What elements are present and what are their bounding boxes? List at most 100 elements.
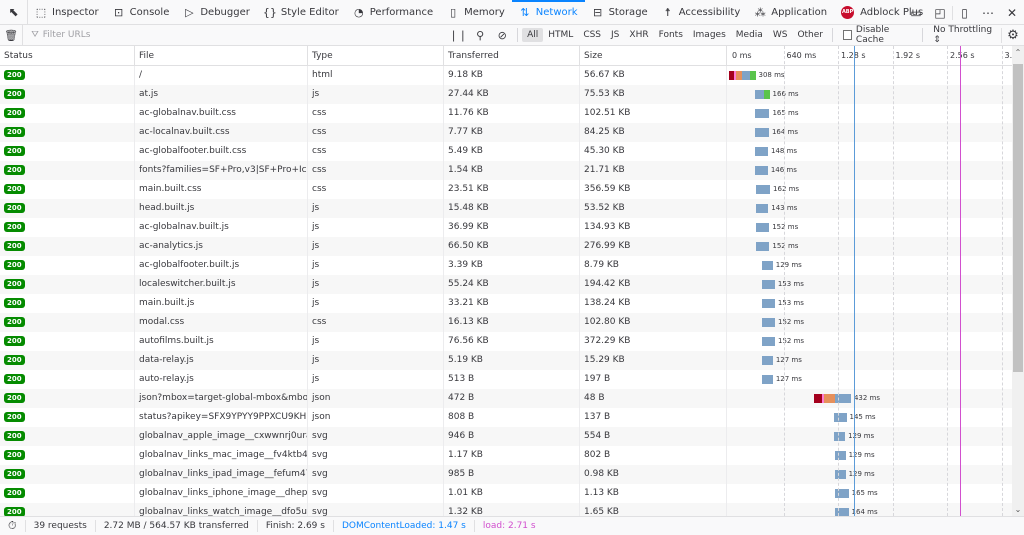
duration-label: 127 ms [775,375,802,383]
tab-performance[interactable]: ◔ Performance [346,0,440,25]
request-row[interactable]: 200 status?apikey=SFX9YPYY9PPXCU9KH json 80… [0,408,1012,427]
transferred-cell: 16.13 KB [444,313,580,332]
filter-other[interactable]: Other [792,28,828,42]
request-row[interactable]: 200 auto-relay.js js 513 B 197 B 127 ms [0,370,1012,389]
filter-fonts[interactable]: Fonts [654,28,688,42]
request-row[interactable]: 200 ac-globalfooter.built.js js 3.39 KB 8.79… [0,256,1012,275]
request-row[interactable]: 200 globalnav_links_watch_image__dfo5u4bh… [0,503,1012,516]
request-row[interactable]: 200 globalnav_links_iphone_image__dhepc4h… [0,484,1012,503]
status-cell: 200 [0,199,135,218]
transferred-cell: 513 B [444,370,580,389]
scroll-down-icon[interactable]: ⌄ [1012,505,1024,514]
checkbox-box[interactable] [842,30,852,40]
filter-images[interactable]: Images [688,28,731,42]
column-type[interactable]: Type [308,46,444,66]
request-row[interactable]: 200 modal.css css 16.13 KB 102.80 KB 152 ms [0,313,1012,332]
size-cell: 75.53 KB [580,85,727,104]
request-row[interactable]: 200 json?mbox=target-global-mbox&mboxSe:j… [0,389,1012,408]
window-controls: ▭ ◰ ▯ ⋯ ✕ [904,0,1024,25]
type-cell: svg [308,427,444,446]
tab-application[interactable]: ⁂ Application [747,0,834,25]
request-row[interactable]: 200 autofilms.built.js js 76.56 KB 372.29 KB… [0,332,1012,351]
tab-label: Console [129,6,170,18]
request-row[interactable]: 200 ac-globalnav.built.css css 11.76 KB 102.… [0,104,1012,123]
type-cell: html [308,66,444,85]
search-icon[interactable]: ⚲ [469,29,491,42]
tab-inspector[interactable]: ⬚ Inspector [28,0,106,25]
request-row[interactable]: 200 localeswitcher.built.js js 55.24 KB 194.… [0,275,1012,294]
split-console-icon[interactable]: ◰ [928,6,952,20]
performance-analysis-button[interactable]: ⏱ [0,520,26,532]
request-row[interactable]: 200 data-relay.js js 5.19 KB 15.29 KB 127 ms [0,351,1012,370]
scrollbar-thumb[interactable] [1013,64,1023,372]
request-row[interactable]: 200 ac-localnav.built.css css 7.77 KB 84.25 … [0,123,1012,142]
tab-storage[interactable]: ⊟ Storage [585,0,655,25]
transferred-cell: 1.32 KB [444,503,580,516]
vertical-scrollbar[interactable]: ⌃ ⌄ [1012,46,1024,516]
column-file[interactable]: File [135,46,308,66]
transferred-cell: 23.51 KB [444,180,580,199]
tab-debugger[interactable]: ▷ Debugger [176,0,257,25]
filter-xhr[interactable]: XHR [624,28,653,42]
filter-all[interactable]: All [522,28,544,42]
file-cell: main.built.css [135,180,308,199]
type-cell: css [308,123,444,142]
request-row[interactable]: 200 head.built.js js 15.48 KB 53.52 KB 143 ms [0,199,1012,218]
status-badge: 200 [4,487,25,498]
request-row[interactable]: 200 at.js js 27.44 KB 75.53 KB 166 ms [0,85,1012,104]
timing-bar-wait [762,337,775,346]
waterfall-cell: 127 ms [727,351,1012,370]
size-cell: 48 B [580,389,727,408]
request-row[interactable]: 200 main.built.css css 23.51 KB 356.59 KB 162… [0,180,1012,199]
size-cell: 138.24 KB [580,294,727,313]
type-cell: json [308,389,444,408]
size-cell: 56.67 KB [580,66,727,85]
disable-cache-checkbox[interactable]: Disable Cache [837,25,919,45]
tab-network[interactable]: ⇅ Network [511,0,585,25]
file-cell: localeswitcher.built.js [135,275,308,294]
filter-ws[interactable]: WS [768,28,793,42]
filter-css[interactable]: CSS [578,28,606,42]
settings-button[interactable]: ⚙ [1000,27,1024,43]
column-size[interactable]: Size [580,46,727,66]
column-transferred[interactable]: Transferred [444,46,580,66]
request-row[interactable]: 200 /html 9.18 KB 56.67 KB 308 ms [0,66,1012,85]
request-row[interactable]: 200 globalnav_links_ipad_image__fefum478f… [0,465,1012,484]
status-cell: 200 [0,484,135,503]
request-row[interactable]: 200 globalnav_apple_image__cxwwnrj0urau_l… [0,427,1012,446]
status-cell: 200 [0,66,135,85]
tab-console[interactable]: ⊡ Console [106,0,177,25]
tab-label: Memory [464,6,505,18]
filter-urls-input[interactable] [42,30,343,40]
request-row[interactable]: 200 fonts?families=SF+Pro,v3|SF+Pro+Icons… [0,161,1012,180]
responsive-design-icon[interactable]: ▯ [952,5,976,20]
more-options-icon[interactable]: ⋯ [976,6,1000,20]
status-badge: 200 [4,278,25,289]
throttling-select[interactable]: No Throttling ⇕ [927,25,1001,45]
request-row[interactable]: 200 ac-globalnav.built.js js 36.99 KB 134.93… [0,218,1012,237]
status-cell: 200 [0,180,135,199]
filter-media[interactable]: Media [731,28,768,42]
timeline-tick-label: 1.92 s [895,51,921,60]
request-row[interactable]: 200 main.built.js js 33.21 KB 138.24 KB 153 m… [0,294,1012,313]
filter-js[interactable]: JS [606,28,624,42]
request-row[interactable]: 200 ac-analytics.js js 66.50 KB 276.99 KB 152… [0,237,1012,256]
timing-bar-wait [755,147,768,156]
tab-memory[interactable]: ▯ Memory [440,0,512,25]
block-icon[interactable]: ⊘ [491,29,513,42]
pause-icon[interactable]: ❘❘ [447,29,469,42]
close-icon[interactable]: ✕ [1000,6,1024,20]
scroll-up-icon[interactable]: ⌃ [1012,48,1024,57]
tab-style-editor[interactable]: {} Style Editor [257,0,346,25]
tab-accessibility[interactable]: ☨ Accessibility [655,0,748,25]
clear-button[interactable]: 🗑 [0,24,24,46]
status-cell: 200 [0,256,135,275]
element-picker-button[interactable]: ⬉ [0,0,28,25]
column-status[interactable]: Status [0,46,135,66]
request-row[interactable]: 200 globalnav_links_mac_image__fv4ktb435m… [0,446,1012,465]
status-badge: 200 [4,297,25,308]
filter-html[interactable]: HTML [543,28,578,42]
request-row[interactable]: 200 ac-globalfooter.built.css css 5.49 KB 45… [0,142,1012,161]
memory-icon: ▯ [450,5,457,19]
dock-bottom-icon[interactable]: ▭ [904,6,928,20]
